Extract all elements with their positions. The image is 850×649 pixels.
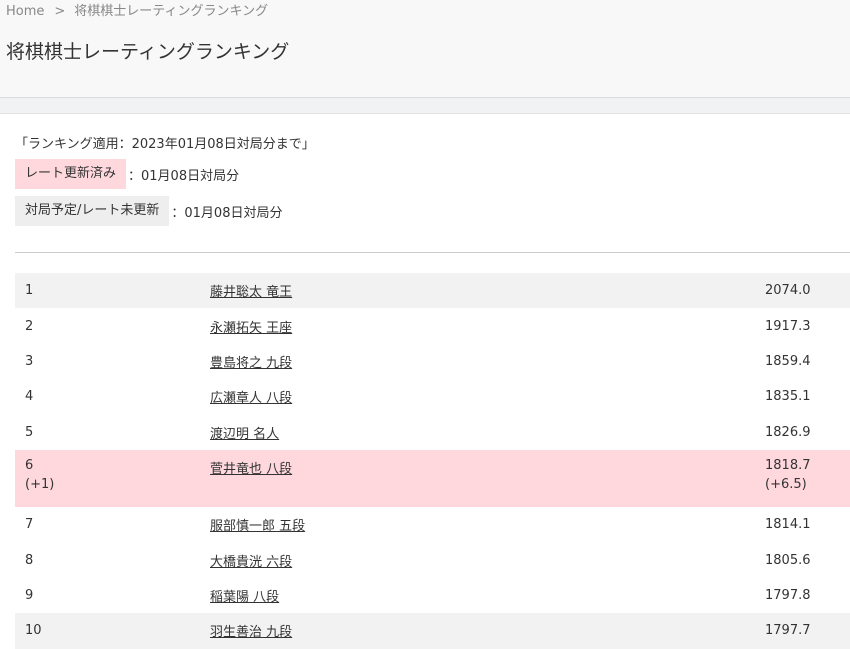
player-link[interactable]: 広瀬章人 八段 — [210, 391, 292, 406]
player-link[interactable]: 渡辺明 名人 — [210, 427, 279, 442]
rating-value: 1814.1 — [765, 517, 811, 533]
rating-value: 1797.8 — [765, 587, 811, 603]
ranking-info: 「ランキング適用：2023年01月08日対局分まで」 レート更新済み ：01月0… — [0, 114, 850, 253]
ranking-row: 9 稲葉陽 八段 1797.8 — [15, 578, 850, 613]
legend-updated: レート更新済み ：01月08日対局分 — [15, 159, 239, 189]
breadcrumb: Home > 将棋棋士レーティングランキング — [6, 3, 268, 21]
player-link[interactable]: 豊島将之 九段 — [210, 356, 292, 371]
rating-value: 1859.4 — [765, 353, 811, 369]
rank-number: 2 — [25, 318, 34, 334]
ranking-row: 3 豊島将之 九段 1859.4 — [15, 344, 850, 379]
player-link[interactable]: 永瀬拓矢 王座 — [210, 321, 292, 336]
player-link[interactable]: 大橋貴洸 六段 — [210, 555, 292, 570]
page-title: 将棋棋士レーティングランキング — [6, 41, 290, 63]
ranking-row: 10 羽生善治 九段 1797.7 — [15, 613, 850, 649]
ranking-row: 4 広瀬章人 八段 1835.1 — [15, 379, 850, 414]
player-link[interactable]: 藤井聡太 竜王 — [210, 285, 292, 300]
ranking-table: 1 藤井聡太 竜王 2074.0 2 永瀬拓矢 王座 1917.3 3 豊島将之… — [15, 273, 850, 649]
rating-value: 2074.0 — [765, 283, 811, 299]
legend-updated-label: レート更新済み — [15, 159, 127, 189]
rating-value: 1818.7 — [765, 457, 811, 473]
rank-number: 8 — [25, 552, 34, 568]
ranking-row: 8 大橋貴洸 六段 1805.6 — [15, 542, 850, 577]
rating-value: 1917.3 — [765, 318, 811, 334]
rating-value: 1835.1 — [765, 389, 811, 405]
breadcrumb-home-link[interactable]: Home — [6, 4, 44, 19]
section-gap — [0, 98, 850, 114]
rank-number: 3 — [25, 353, 34, 369]
rank-number: 10 — [25, 623, 42, 639]
ranking-row: 1 藤井聡太 竜王 2074.0 — [15, 273, 850, 309]
breadcrumb-separator: > — [54, 4, 66, 19]
ranking-row-updated: 6 (+1) 菅井竜也 八段 1818.7 (+6.5) — [15, 449, 850, 507]
legend-pending: 対局予定/レート未更新 ：01月08日対局分 — [15, 196, 282, 226]
player-link[interactable]: 服部慎一郎 五段 — [210, 519, 305, 534]
rating-value: 1826.9 — [765, 424, 811, 440]
legend-pending-desc: ：01月08日対局分 — [171, 205, 283, 221]
rank-number: 6 — [25, 457, 34, 473]
player-link[interactable]: 稲葉陽 八段 — [210, 590, 279, 605]
rank-number: 7 — [25, 517, 34, 533]
rank-number: 4 — [25, 389, 34, 405]
rank-number: 1 — [25, 283, 34, 299]
rank-change: (+1) — [25, 476, 55, 492]
breadcrumb-current: 将棋棋士レーティングランキング — [74, 4, 269, 19]
ranking-row: 2 永瀬拓矢 王座 1917.3 — [15, 308, 850, 343]
ranking-row: 5 渡辺明 名人 1826.9 — [15, 415, 850, 450]
legend-pending-label: 対局予定/レート未更新 — [15, 196, 170, 226]
page-header: Home > 将棋棋士レーティングランキング 将棋棋士レーティングランキング — [0, 0, 850, 98]
rating-change: (+6.5) — [765, 476, 807, 492]
player-link[interactable]: 菅井竜也 八段 — [210, 462, 292, 477]
divider — [15, 252, 850, 253]
ranking-applied-text: 「ランキング適用：2023年01月08日対局分まで」 — [15, 137, 315, 152]
rating-value: 1805.6 — [765, 552, 811, 568]
rating-value: 1797.7 — [765, 623, 811, 639]
legend-updated-desc: ：01月08日対局分 — [128, 168, 240, 184]
rank-number: 5 — [25, 424, 34, 440]
player-link[interactable]: 羽生善治 九段 — [210, 625, 292, 640]
ranking-row: 7 服部慎一郎 五段 1814.1 — [15, 507, 850, 542]
rank-number: 9 — [25, 587, 34, 603]
